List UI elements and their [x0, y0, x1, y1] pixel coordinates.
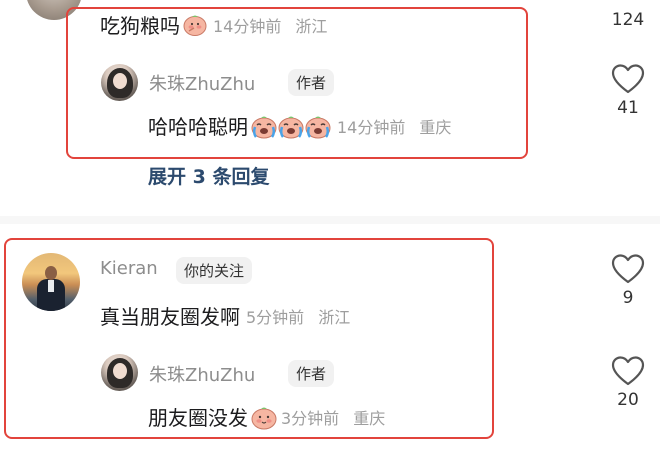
highlight-box — [66, 7, 528, 159]
heart-outline-icon — [611, 64, 645, 94]
expand-replies-link[interactable]: 展开 3 条回复 — [148, 162, 269, 189]
like-button[interactable]: 124 — [603, 10, 653, 30]
like-count: 9 — [622, 288, 634, 308]
highlight-box — [4, 238, 494, 439]
heart-outline-icon — [611, 356, 645, 386]
like-count: 124 — [611, 10, 645, 30]
heart-outline-icon — [611, 254, 645, 284]
like-button[interactable]: 41 — [603, 64, 653, 118]
divider — [0, 216, 660, 224]
like-button[interactable]: 20 — [603, 356, 653, 410]
like-count: 41 — [617, 98, 639, 118]
like-count: 20 — [617, 390, 639, 410]
like-button[interactable]: 9 — [603, 254, 653, 308]
